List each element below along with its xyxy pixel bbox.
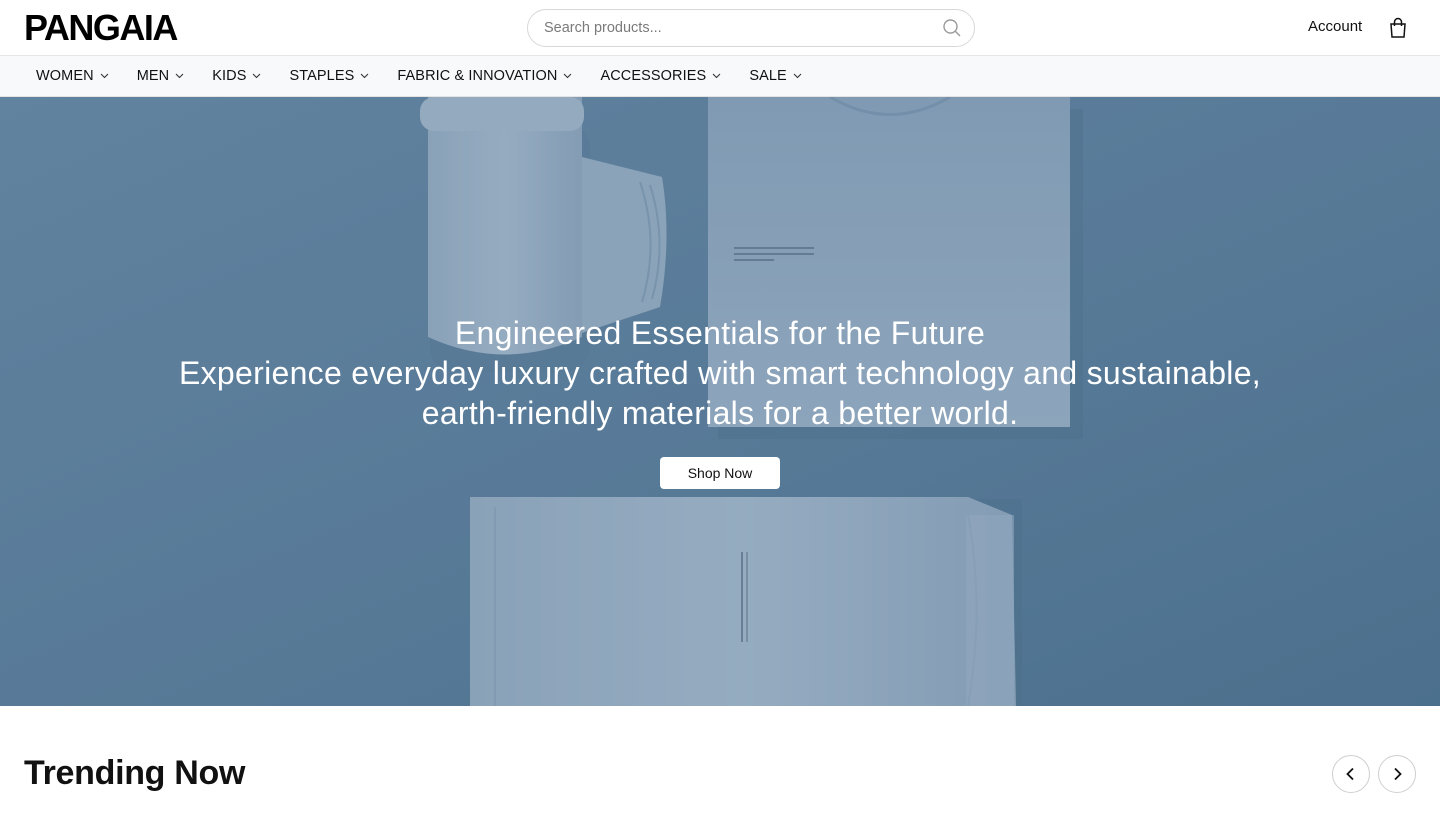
hero-subtitle: Experience everyday luxury crafted with … — [178, 355, 1261, 431]
search-icon[interactable] — [942, 18, 962, 38]
chevron-down-icon — [793, 73, 802, 79]
hero-text: Engineered Essentials for the Future Exp… — [0, 313, 1440, 433]
nav-item-men[interactable]: MEN — [137, 68, 185, 84]
hero-title: Engineered Essentials for the Future — [454, 315, 986, 351]
nav-item-label: KIDS — [212, 68, 247, 84]
nav-item-label: STAPLES — [289, 68, 355, 84]
nav-item-kids[interactable]: KIDS — [212, 68, 261, 84]
site-header: PANGAIA Account — [0, 0, 1440, 56]
chevron-down-icon — [253, 73, 261, 79]
hero-banner: Engineered Essentials for the Future Exp… — [0, 97, 1440, 706]
nav-item-sale[interactable]: SALE — [749, 68, 802, 84]
nav-item-label: ACCESSORIES — [600, 68, 707, 84]
nav-item-fabric-innovation[interactable]: FABRIC & INNOVATION — [397, 68, 572, 84]
brand-logo[interactable]: PANGAIA — [24, 9, 178, 47]
nav-item-label: SALE — [749, 68, 787, 84]
nav-item-label: FABRIC & INNOVATION — [397, 68, 558, 84]
section-title: Trending Now — [24, 754, 246, 792]
chevron-down-icon — [360, 73, 369, 79]
carousel-prev-button[interactable] — [1332, 755, 1370, 793]
carousel-next-button[interactable] — [1378, 755, 1416, 793]
account-link[interactable]: Account — [1308, 18, 1362, 35]
shop-now-button[interactable]: Shop Now — [660, 457, 780, 489]
chevron-right-icon — [1394, 767, 1402, 781]
chevron-down-icon — [712, 73, 721, 79]
nav-item-label: MEN — [136, 68, 170, 84]
shopping-bag-icon[interactable] — [1388, 17, 1408, 39]
chevron-down-icon — [175, 73, 184, 79]
search-bar[interactable] — [527, 9, 975, 47]
chevron-down-icon — [100, 73, 109, 79]
nav-item-label: WOMEN — [36, 68, 94, 84]
chevron-left-icon — [1346, 767, 1354, 781]
main-nav: WOMEN MEN KIDS STAPLES FABRIC & INNOVATI… — [0, 56, 1440, 97]
nav-item-accessories[interactable]: ACCESSORIES — [600, 68, 721, 84]
nav-item-women[interactable]: WOMEN — [36, 68, 109, 84]
chevron-down-icon — [564, 73, 572, 79]
nav-item-staples[interactable]: STAPLES — [289, 68, 369, 84]
search-input[interactable] — [544, 10, 934, 46]
